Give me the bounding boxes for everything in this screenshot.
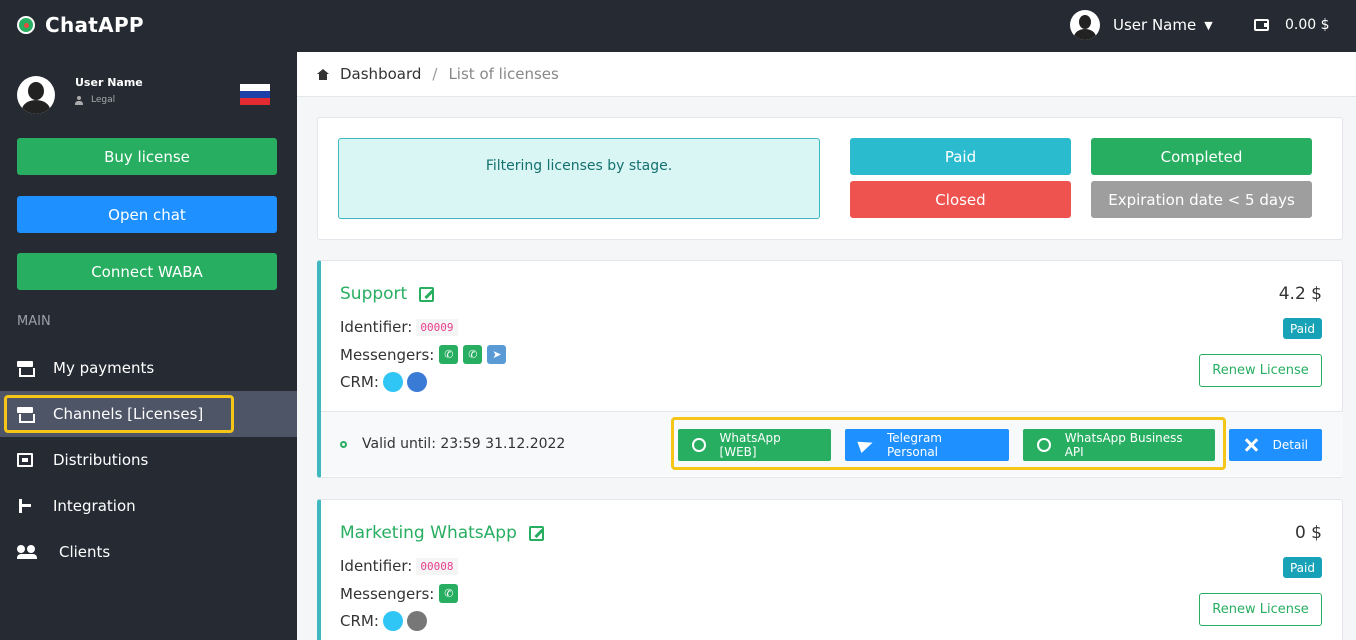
filter-expiring-button[interactable]: Expiration date < 5 days [1091, 181, 1312, 218]
breadcrumb-current: List of licenses [448, 65, 559, 83]
license-name: Support [340, 284, 408, 304]
messengers-row: Messengers: ✆ ✆ ➤ [340, 345, 507, 364]
whatsapp-business-icon: ✆ [463, 345, 483, 364]
license-footer: Valid until: 23:59 31.12.2022 WhatsApp [… [321, 411, 1343, 476]
sidebar-user: User Name Legal [17, 76, 143, 114]
amocrm-icon [406, 372, 427, 392]
identifier-label: Identifier: [340, 318, 413, 336]
valid-until: Valid until: 23:59 31.12.2022 [340, 436, 565, 452]
crm-row: CRM: [340, 611, 427, 631]
wallet-balance[interactable]: 0.00 $ [1254, 17, 1330, 33]
whatsapp-icon: ✆ [439, 345, 459, 364]
whatsapp-icon [692, 438, 706, 452]
user-menu[interactable]: User Name ▼ [1070, 10, 1213, 40]
filter-closed-button[interactable]: Closed [850, 181, 1071, 218]
license-price: 0 $ [1294, 523, 1322, 543]
status-badge: Paid [1282, 318, 1322, 339]
crm-label: CRM: [340, 612, 379, 630]
valid-until-text: Valid until: 23:59 31.12.2022 [362, 436, 566, 452]
sidebar-item-label: Clients [59, 543, 111, 561]
identifier-label: Identifier: [340, 557, 413, 575]
integration-icon [17, 499, 33, 513]
distributions-icon [17, 453, 33, 467]
user-name: User Name [1113, 16, 1197, 34]
whatsapp-web-button[interactable]: WhatsApp [WEB] [678, 429, 831, 461]
open-chat-button[interactable]: Open chat [17, 196, 277, 233]
filter-info: Filtering licenses by stage. [338, 138, 820, 219]
renew-license-button[interactable]: Renew License [1199, 354, 1322, 387]
identifier-value: 00009 [416, 318, 458, 336]
license-price: 4.2 $ [1278, 284, 1322, 304]
users-icon [17, 545, 39, 559]
sidebar-user-role: Legal [75, 95, 143, 105]
license-card: Support Identifier: 00009 Messengers: ✆ … [317, 260, 1343, 478]
sidebar-user-name: User Name [75, 76, 143, 89]
bitrix24-icon [382, 372, 403, 392]
messengers-label: Messengers: [340, 345, 435, 364]
sidebar-item-clients[interactable]: Clients [0, 529, 297, 575]
status-badge: Paid [1282, 557, 1322, 578]
identifier-row: Identifier: 00008 [340, 557, 458, 575]
filter-paid-button[interactable]: Paid [850, 138, 1071, 175]
breadcrumb: Dashboard / List of licenses [297, 52, 1356, 97]
sidebar-item-integration[interactable]: Integration [0, 483, 297, 529]
balance-value: 0.00 $ [1285, 17, 1330, 33]
telegram-icon [857, 436, 875, 454]
sidebar-item-label: Distributions [53, 451, 149, 469]
home-icon [317, 68, 329, 80]
chevron-down-icon: ▼ [1204, 18, 1213, 32]
license-title: Marketing WhatsApp [340, 523, 544, 543]
button-label: WhatsApp Business API [1064, 431, 1183, 459]
logo-icon [17, 16, 35, 34]
avatar [17, 76, 55, 114]
button-label: WhatsApp [WEB] [719, 431, 781, 459]
sidebar-item-my-payments[interactable]: My payments [0, 345, 297, 391]
whatsapp-business-api-button[interactable]: WhatsApp Business API [1023, 429, 1215, 461]
license-name: Marketing WhatsApp [340, 523, 517, 543]
filter-card: Filtering licenses by stage. Paid Comple… [317, 117, 1343, 240]
sidebar-item-distributions[interactable]: Distributions [0, 437, 297, 483]
crm-row: CRM: [340, 372, 427, 392]
store-icon [17, 361, 35, 377]
breadcrumb-home[interactable]: Dashboard [340, 65, 421, 83]
sidebar-item-label: Integration [53, 497, 136, 515]
role-label: Legal [91, 95, 116, 105]
identifier-row: Identifier: 00009 [340, 318, 458, 336]
top-bar: ChatAPP User Name ▼ 0.00 $ [0, 0, 1356, 52]
button-label: Detail [1272, 438, 1308, 452]
app-logo[interactable]: ChatAPP [17, 13, 144, 37]
amocrm-icon [406, 611, 427, 631]
app-title: ChatAPP [45, 13, 144, 37]
crm-label: CRM: [340, 373, 379, 391]
user-icon [75, 95, 83, 105]
license-card: Marketing WhatsApp Identifier: 00008 Mes… [317, 499, 1343, 640]
tools-icon [1243, 437, 1259, 453]
filter-completed-button[interactable]: Completed [1091, 138, 1312, 175]
section-label: MAIN [17, 314, 51, 329]
telegram-personal-button[interactable]: Telegram Personal [845, 429, 1009, 461]
license-title: Support [340, 284, 435, 304]
telegram-icon: ➤ [487, 345, 507, 364]
whatsapp-icon: ✆ [439, 584, 459, 603]
renew-license-button[interactable]: Renew License [1199, 593, 1322, 626]
edit-icon[interactable] [419, 286, 435, 302]
sidebar-item-label: My payments [53, 359, 155, 377]
edit-icon[interactable] [528, 525, 544, 541]
wallet-icon [1254, 19, 1269, 31]
messengers-row: Messengers: ✆ [340, 584, 459, 603]
messengers-label: Messengers: [340, 584, 435, 603]
sidebar: User Name Legal Buy license Open chat Co… [0, 52, 297, 640]
identifier-value: 00008 [416, 557, 458, 575]
bitrix24-icon [382, 611, 403, 631]
breadcrumb-separator: / [432, 65, 438, 83]
language-flag-icon[interactable] [240, 84, 270, 105]
connect-waba-button[interactable]: Connect WABA [17, 253, 277, 290]
button-label: Telegram Personal [887, 431, 942, 459]
highlight-frame [4, 395, 234, 433]
circle-icon [340, 440, 347, 448]
buy-license-button[interactable]: Buy license [17, 138, 277, 175]
whatsapp-icon [1037, 438, 1051, 452]
avatar [1070, 10, 1100, 40]
detail-button[interactable]: Detail [1229, 429, 1322, 461]
